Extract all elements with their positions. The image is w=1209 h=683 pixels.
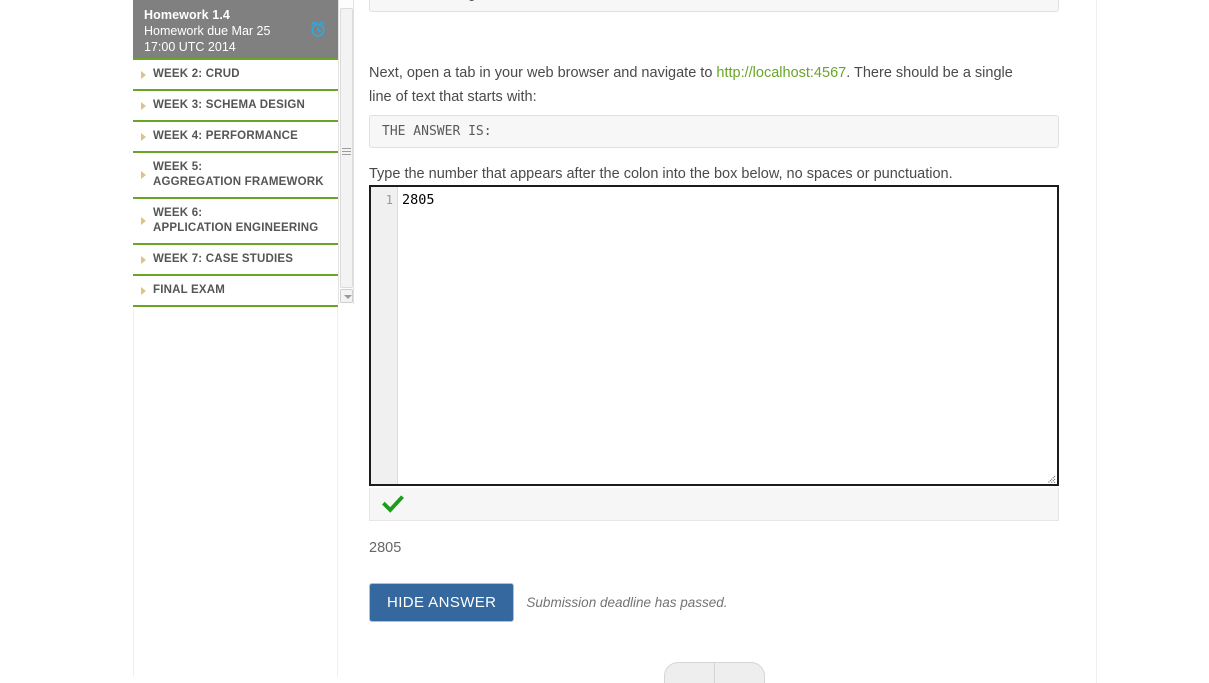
submission-status-bar (369, 488, 1059, 521)
answer-prefix-code-block: THE ANSWER IS: (369, 115, 1059, 148)
sidebar-item-week-5[interactable]: WEEK 5: AGGREGATION FRAMEWORK (133, 151, 338, 197)
type-number-instruction: Type the number that appears after the c… (369, 166, 953, 182)
homework-due-line-2: 17:00 UTC 2014 (144, 40, 236, 54)
homework-title: Homework 1.4 (144, 8, 230, 22)
pager-prev-button[interactable] (664, 662, 714, 683)
sidebar-item-week-3[interactable]: WEEK 3: SCHEMA DESIGN (133, 89, 338, 120)
paragraph-text-pre: Next, open a tab in your web browser and… (369, 64, 717, 81)
chevron-right-icon (141, 101, 146, 110)
answer-actions-row: HIDE ANSWER Submission deadline has pass… (369, 583, 728, 622)
week-nav-list: WEEK 2: CRUD WEEK 3: SCHEMA DESIGN WEEK … (133, 58, 338, 307)
editor-line-gutter: 1 (371, 187, 398, 484)
homework-due-line-1: Homework due Mar 25 (144, 24, 271, 38)
editor-content[interactable]: 2805 (402, 192, 435, 208)
hide-answer-button[interactable]: HIDE ANSWER (369, 583, 515, 622)
localhost-link[interactable]: http://localhost:4567 (716, 65, 846, 81)
chevron-right-icon (141, 132, 146, 141)
page-divider (1096, 0, 1097, 683)
sidebar-item-week-2[interactable]: WEEK 2: CRUD (133, 58, 338, 89)
console-output-block-wrap: >> Listening on 0.0.0.0:4567 (369, 0, 1059, 28)
sidebar-item-week-7[interactable]: WEEK 7: CASE STUDIES (133, 243, 338, 274)
chevron-right-icon (141, 70, 146, 79)
sidebar-item-label: WEEK 4: PERFORMANCE (153, 130, 299, 142)
chevron-right-icon (141, 255, 146, 264)
sidebar-empty-area (133, 307, 338, 677)
sidebar-item-label: WEEK 2: CRUD (153, 68, 240, 80)
bottom-pagination (664, 662, 765, 683)
page-root: Homework 1.4 Homework due Mar 25 17:00 U… (0, 0, 1209, 683)
console-output-block: >> Listening on 0.0.0.0:4567 (369, 0, 1059, 12)
course-sidebar: Homework 1.4 Homework due Mar 25 17:00 U… (133, 0, 338, 677)
chevron-right-icon (141, 217, 146, 225)
editor-line-number: 1 (385, 193, 393, 207)
green-checkmark-icon (382, 493, 404, 515)
scrollbar-down-button[interactable] (340, 289, 353, 303)
chevron-right-icon (141, 171, 146, 179)
answer-code-editor[interactable]: 1 2805 (369, 185, 1059, 486)
sidebar-item-label: WEEK 3: SCHEMA DESIGN (153, 99, 306, 111)
pager-next-button[interactable] (714, 662, 765, 683)
deadline-note: Submission deadline has passed. (526, 595, 728, 610)
instructions-paragraph: Next, open a tab in your web browser and… (369, 61, 1034, 109)
sidebar-scrollbar-thumb[interactable] (342, 148, 351, 155)
sidebar-scrollbar[interactable] (338, 0, 354, 304)
correct-answer-value: 2805 (369, 540, 402, 556)
sidebar-item-week-6[interactable]: WEEK 6: APPLICATION ENGINEERING (133, 197, 338, 243)
sidebar-item-week-4[interactable]: WEEK 4: PERFORMANCE (133, 120, 338, 151)
chevron-right-icon (141, 286, 146, 295)
homework-header-panel: Homework 1.4 Homework due Mar 25 17:00 U… (133, 0, 338, 58)
alarm-clock-icon (309, 20, 327, 38)
resize-handle-icon[interactable] (1044, 471, 1056, 484)
sidebar-item-label: WEEK 7: CASE STUDIES (153, 253, 294, 265)
caret-down-icon (344, 295, 352, 299)
sidebar-item-label: WEEK 5: AGGREGATION FRAMEWORK (153, 161, 324, 188)
sidebar-item-label: WEEK 6: APPLICATION ENGINEERING (153, 207, 319, 234)
sidebar-item-label: FINAL EXAM (153, 284, 226, 296)
sidebar-item-final-exam[interactable]: FINAL EXAM (133, 274, 338, 307)
